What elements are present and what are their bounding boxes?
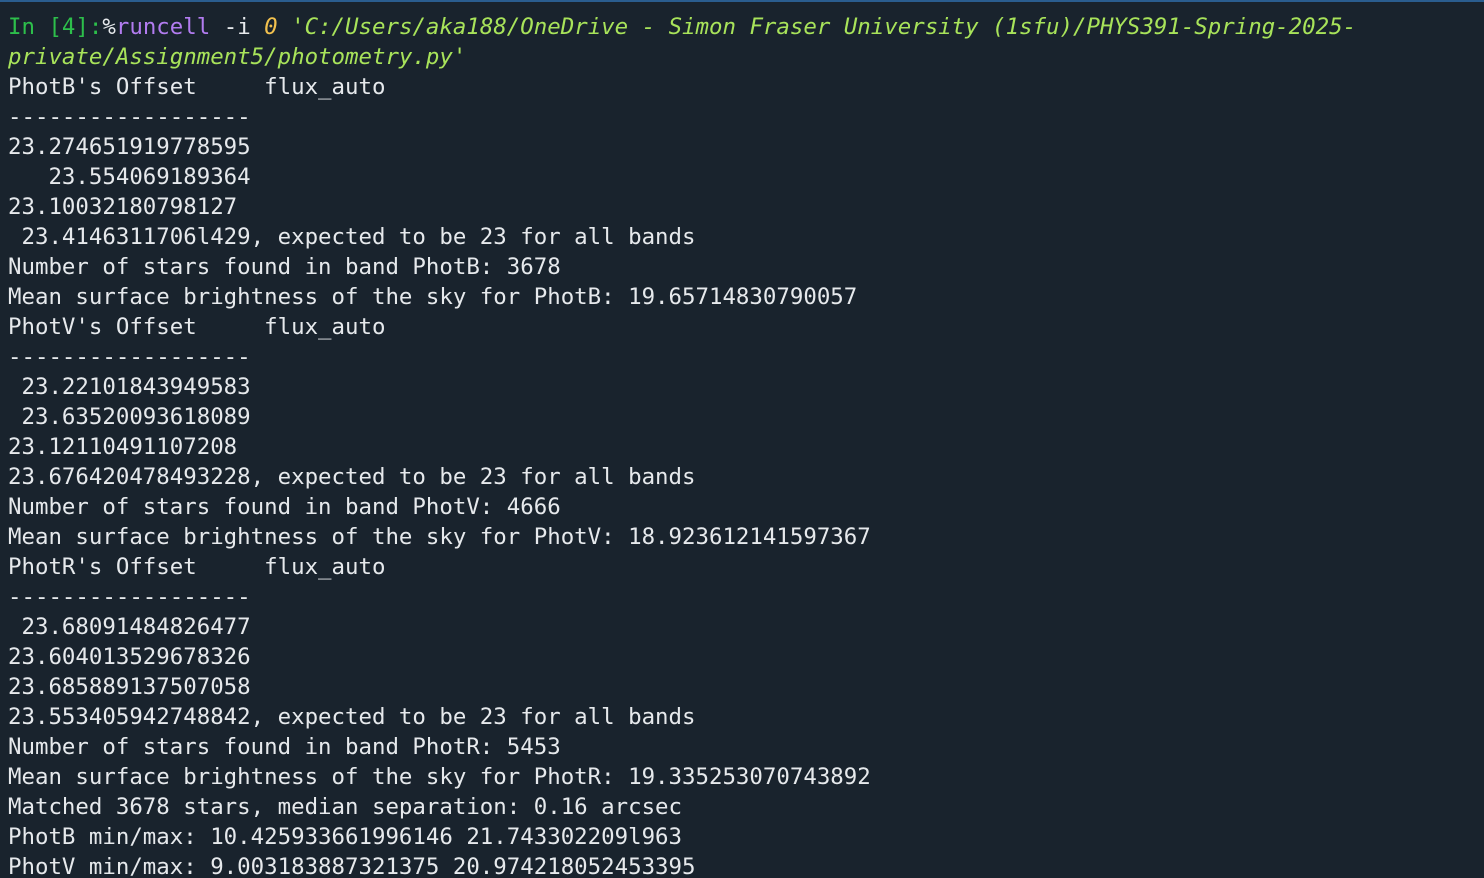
output-line: PhotB min/max: 10.425933661996146 21.743…: [8, 824, 683, 850]
output-line: 23.68091484826477: [8, 614, 251, 640]
cell-index: 0: [264, 14, 278, 40]
output-line: 23.4146311706l429, expected to be 23 for…: [8, 224, 696, 250]
input-prompt: In [4]:: [8, 14, 103, 40]
script-path-part2: private/Assignment5/photometry.py': [8, 44, 467, 70]
ipython-console[interactable]: In [4]:%runcell -i 0 'C:/Users/aka188/On…: [0, 0, 1484, 878]
output-line: 23.274651919778595: [8, 134, 251, 160]
output-line: Number of stars found in band PhotB: 367…: [8, 254, 561, 280]
script-path-part1: 'C:/Users/aka188/OneDrive - Simon Fraser…: [277, 14, 1357, 40]
output-line: PhotV min/max: 9.003183887321375 20.9742…: [8, 854, 696, 878]
command-flag: -i: [210, 14, 265, 40]
input-prompt-line: In [4]:%runcell -i 0 'C:/Users/aka188/On…: [8, 12, 1484, 42]
output-line: ------------------: [8, 344, 251, 370]
output-line: 23.10032180798127: [8, 194, 238, 220]
output-line: Matched 3678 stars, median separation: 0…: [8, 794, 683, 820]
output-line: PhotR's Offset flux_auto: [8, 554, 386, 580]
magic-command: runcell: [115, 14, 211, 40]
console-output-area: In [4]:%runcell -i 0 'C:/Users/aka188/On…: [8, 12, 1484, 878]
output-line: Number of stars found in band PhotR: 545…: [8, 734, 561, 760]
output-line: 23.553405942748842, expected to be 23 fo…: [8, 704, 696, 730]
output-line: 23.63520093618089: [8, 404, 251, 430]
output-line: 23.685889137507058: [8, 674, 251, 700]
output-line: ------------------: [8, 104, 251, 130]
output-line: PhotB's Offset flux_auto: [8, 74, 386, 100]
input-prompt-continuation: private/Assignment5/photometry.py': [8, 42, 1484, 72]
output-line: 23.676420478493228, expected to be 23 fo…: [8, 464, 696, 490]
magic-percent: %: [102, 14, 116, 40]
output-line: ------------------: [8, 584, 251, 610]
output-line: Mean surface brightness of the sky for P…: [8, 284, 858, 310]
output-line: PhotV's Offset flux_auto: [8, 314, 386, 340]
output-line: 23.554069189364: [8, 164, 251, 190]
output-line: Mean surface brightness of the sky for P…: [8, 524, 871, 550]
output-line: Number of stars found in band PhotV: 466…: [8, 494, 561, 520]
output-line: 23.12110491107208: [8, 434, 238, 460]
output-line: 23.604013529678326: [8, 644, 251, 670]
output-line: 23.22101843949583: [8, 374, 251, 400]
output-line: Mean surface brightness of the sky for P…: [8, 764, 871, 790]
